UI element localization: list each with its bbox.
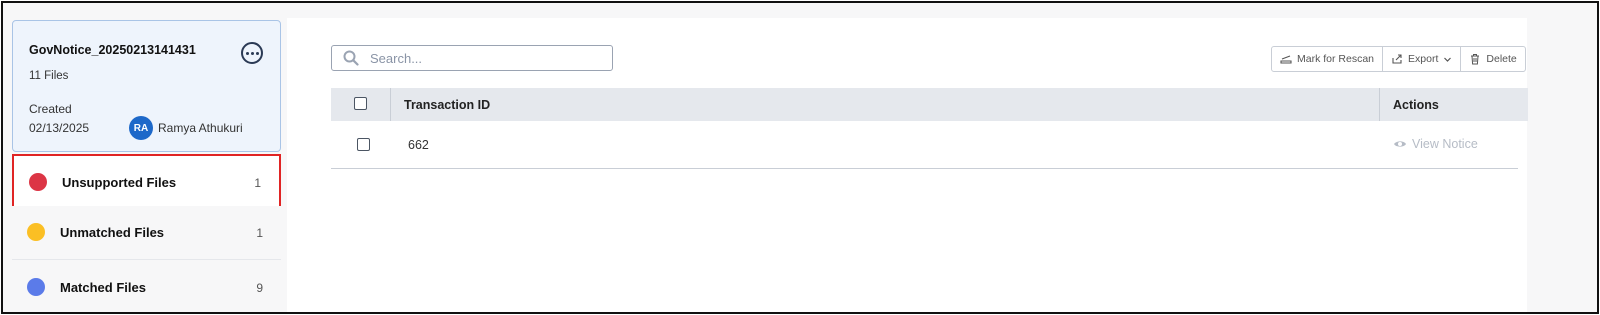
app-frame: GovNotice_20250213141431 11 Files Create… <box>1 1 1599 314</box>
batch-file-count: 11 Files <box>29 70 69 82</box>
eye-icon <box>1394 141 1406 147</box>
table-row: 662 View Notice <box>331 121 1518 169</box>
delete-button[interactable]: Delete <box>1461 47 1524 71</box>
category-count: 1 <box>256 226 263 240</box>
search-input[interactable] <box>370 49 605 67</box>
category-count: 1 <box>254 176 261 190</box>
category-label: Unsupported Files <box>62 175 177 190</box>
column-header-transaction-id[interactable]: Transaction ID <box>404 98 490 112</box>
created-label: Created <box>29 102 72 116</box>
view-notice-label: View Notice <box>1412 137 1478 151</box>
export-label: Export <box>1408 53 1439 65</box>
toolbar: Mark for Rescan Export Delete <box>1271 46 1526 72</box>
category-count: 9 <box>256 281 263 295</box>
view-notice-button[interactable]: View Notice <box>1393 137 1478 151</box>
select-all-checkbox[interactable] <box>354 97 367 110</box>
created-date: 02/13/2025 <box>29 121 90 135</box>
batch-title: GovNotice_20250213141431 <box>29 43 196 57</box>
column-header-actions: Actions <box>1393 98 1439 112</box>
sidebar: GovNotice_20250213141431 11 Files Create… <box>3 3 287 312</box>
export-button[interactable]: Export <box>1383 47 1462 71</box>
share-icon <box>1392 54 1402 64</box>
search-box[interactable] <box>331 45 613 71</box>
row-checkbox[interactable] <box>357 138 370 151</box>
user-name: Ramya Athukuri <box>158 121 243 135</box>
avatar: RA <box>129 116 153 140</box>
scanner-icon <box>1280 55 1292 64</box>
category-label: Matched Files <box>60 280 146 295</box>
category-matched-files[interactable]: Matched Files 9 <box>12 261 281 312</box>
column-divider <box>1379 88 1380 121</box>
transaction-id-cell: 662 <box>408 138 429 152</box>
more-options-icon[interactable] <box>241 42 263 64</box>
mark-for-rescan-label: Mark for Rescan <box>1297 53 1375 65</box>
red-dot-icon <box>29 173 47 191</box>
batch-card[interactable]: GovNotice_20250213141431 11 Files Create… <box>12 20 281 152</box>
category-unmatched-files[interactable]: Unmatched Files 1 <box>12 206 281 260</box>
trash-icon <box>1471 54 1480 65</box>
main-panel: Mark for Rescan Export Delete <box>287 18 1528 312</box>
mark-for-rescan-button[interactable]: Mark for Rescan <box>1272 47 1384 71</box>
search-icon <box>343 50 359 66</box>
blue-dot-icon <box>27 278 45 296</box>
header-checkbox-cell <box>331 88 391 121</box>
chevron-down-icon <box>1444 57 1452 62</box>
category-label: Unmatched Files <box>60 225 165 240</box>
yellow-dot-icon <box>27 223 45 241</box>
delete-label: Delete <box>1486 53 1517 65</box>
table-header: Transaction ID Actions <box>331 88 1528 121</box>
category-unsupported-files[interactable]: Unsupported Files 1 <box>12 154 281 208</box>
